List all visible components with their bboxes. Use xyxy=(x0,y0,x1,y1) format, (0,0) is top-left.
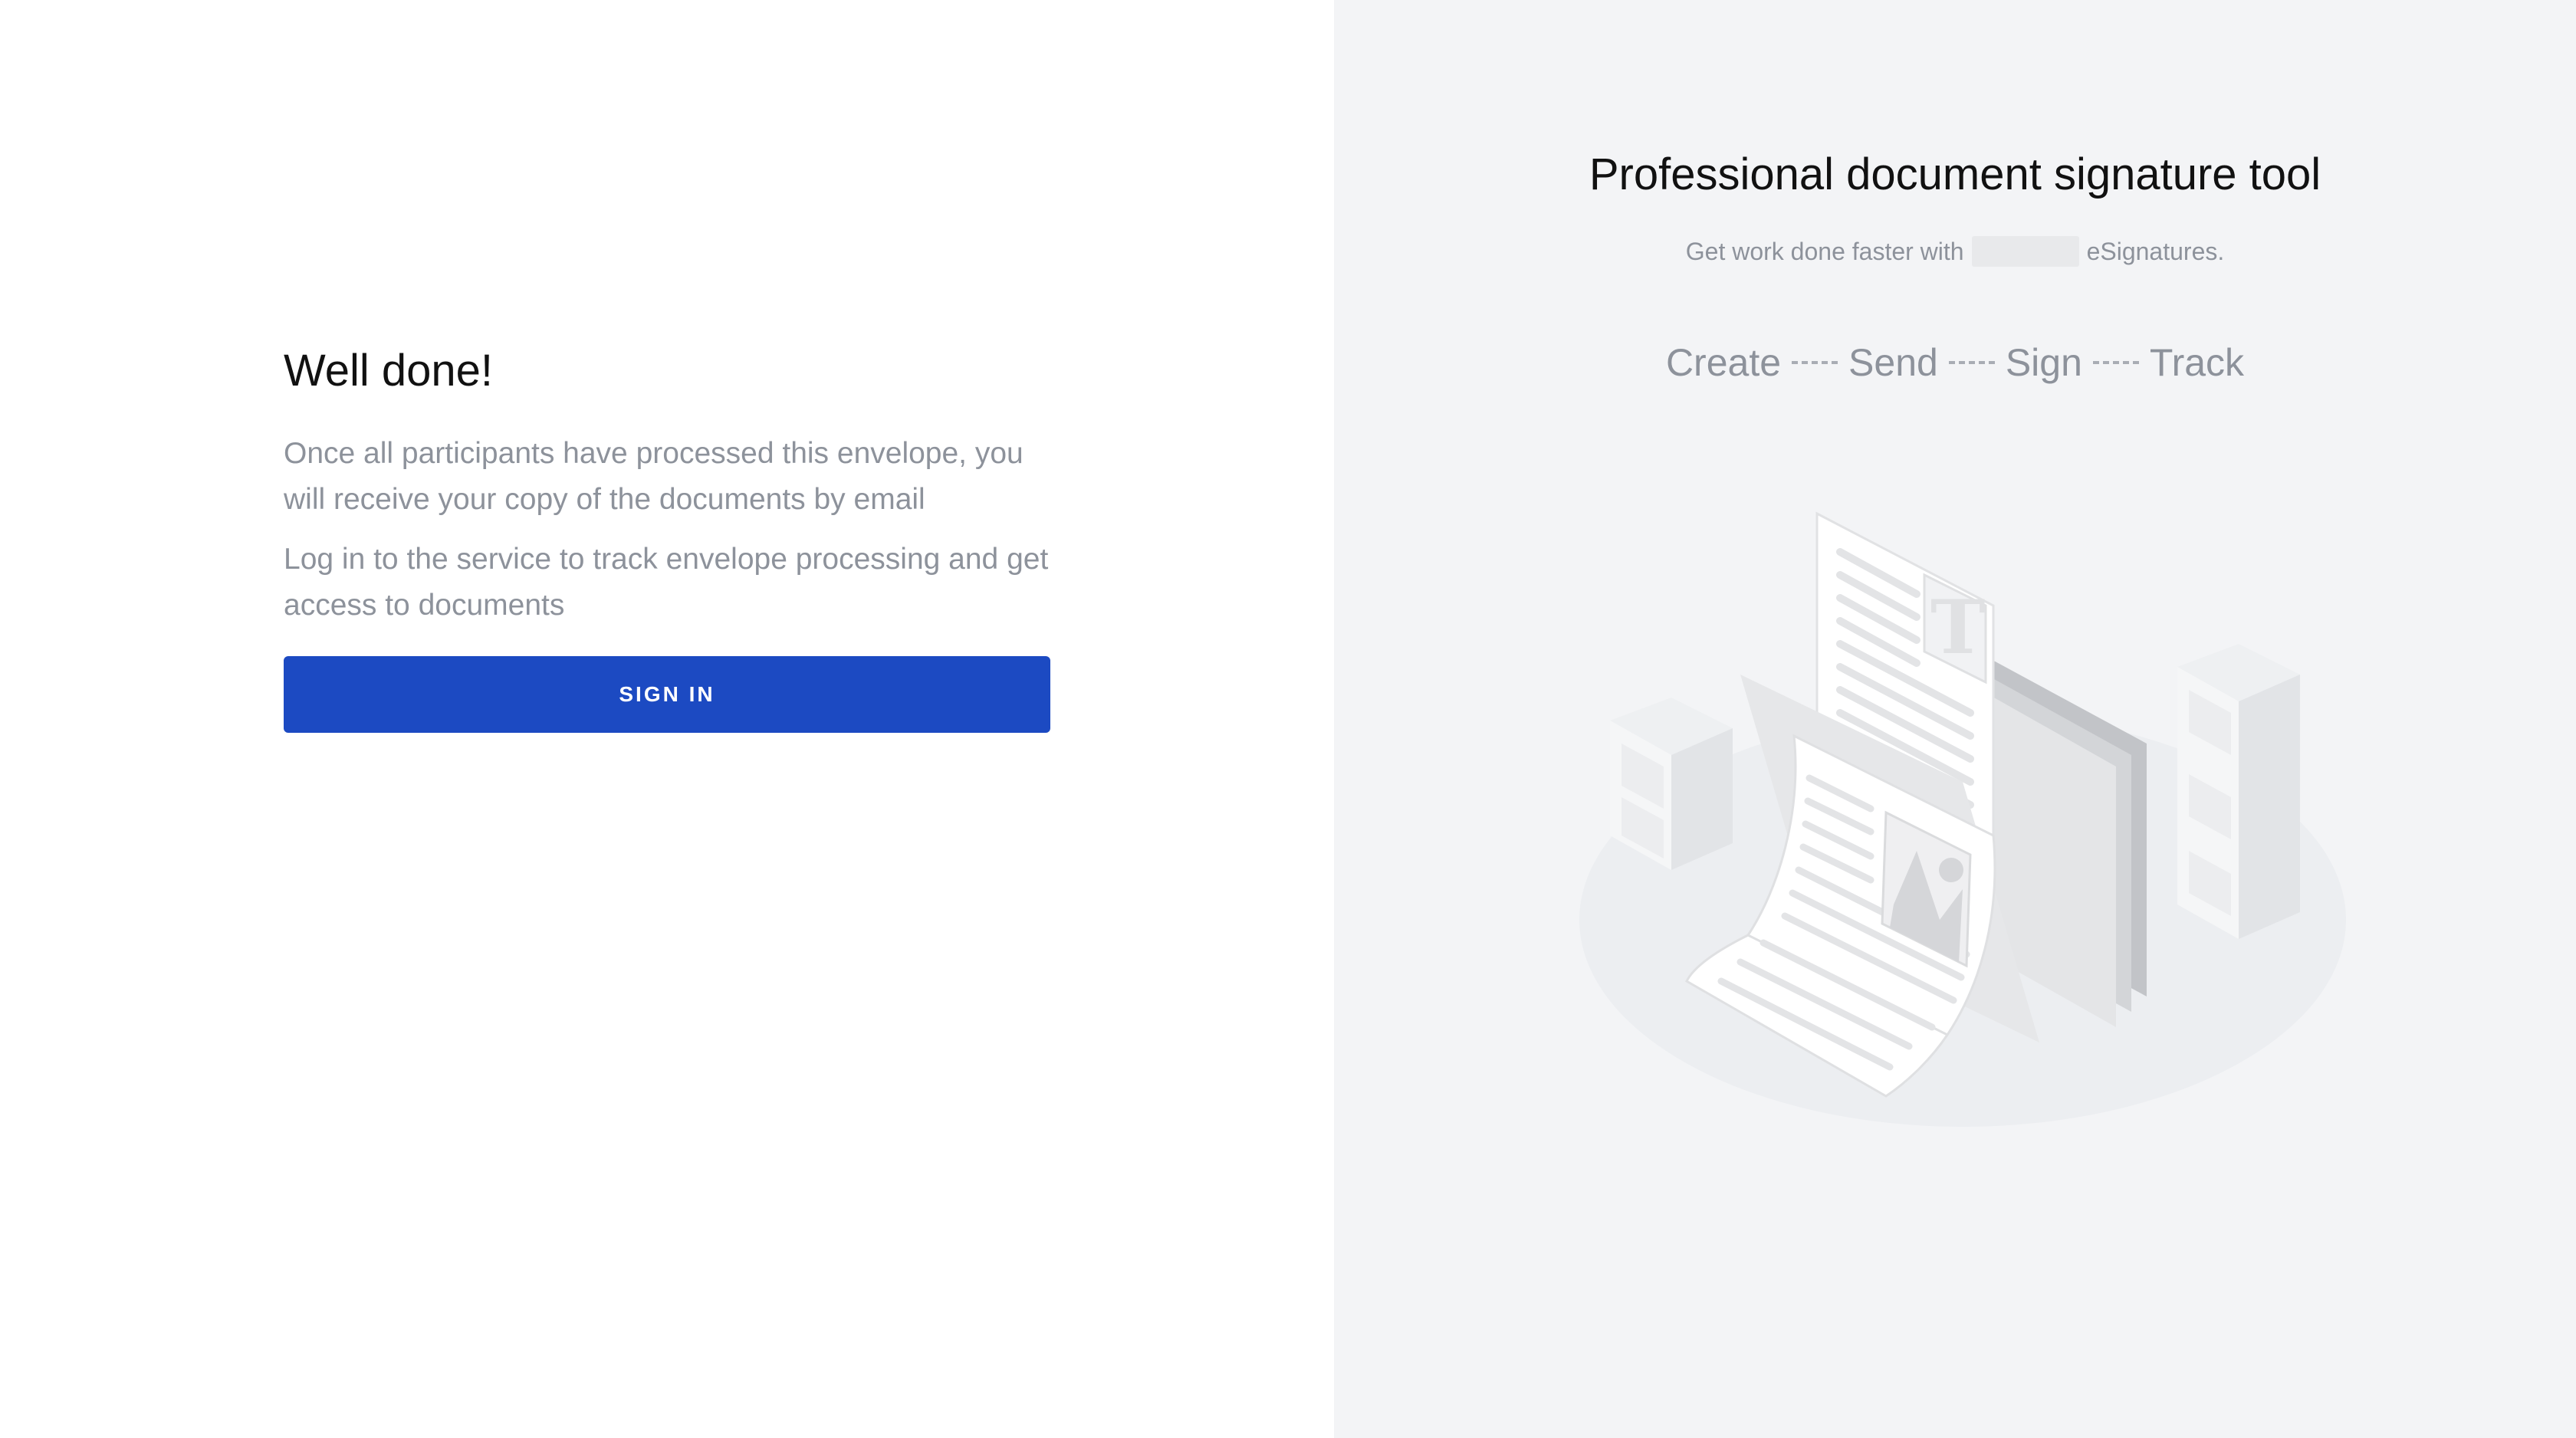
step-connector xyxy=(1948,361,1995,364)
step-create: Create xyxy=(1665,341,1782,384)
process-steps: Create Send Sign Track xyxy=(1334,340,2576,385)
promo-title: Professional document signature tool xyxy=(1589,149,2321,199)
right-pane: Professional document signature tool Get… xyxy=(1334,0,2576,1438)
promo-subtitle-before: Get work done faster with xyxy=(1685,237,1964,265)
step-sign: Sign xyxy=(2005,341,2082,384)
documents-illustration-icon: T xyxy=(1579,511,2346,1127)
page-title: Well done! xyxy=(284,346,493,396)
left-cabinet xyxy=(1610,698,1733,870)
confirmation-panel: Well done! Once all participants have pr… xyxy=(284,343,1050,733)
step-track: Track xyxy=(2149,341,2245,384)
right-cabinet xyxy=(2177,644,2300,939)
step-send: Send xyxy=(1848,341,1938,384)
left-pane: Well done! Once all participants have pr… xyxy=(0,0,1334,1438)
promo-subtitle: Get work done faster with eSignatures. xyxy=(1334,236,2576,267)
step-connector xyxy=(2092,361,2139,364)
info-paragraph-login: Log in to the service to track envelope … xyxy=(284,543,1049,622)
promo-subtitle-after: eSignatures. xyxy=(2086,237,2225,265)
info-paragraph-copy: Once all participants have processed thi… xyxy=(284,437,1024,516)
svg-text:T: T xyxy=(1930,584,1985,671)
sign-in-button[interactable]: SIGN IN xyxy=(284,656,1050,733)
step-connector xyxy=(1792,361,1838,364)
brand-name-redacted xyxy=(1971,236,2079,267)
